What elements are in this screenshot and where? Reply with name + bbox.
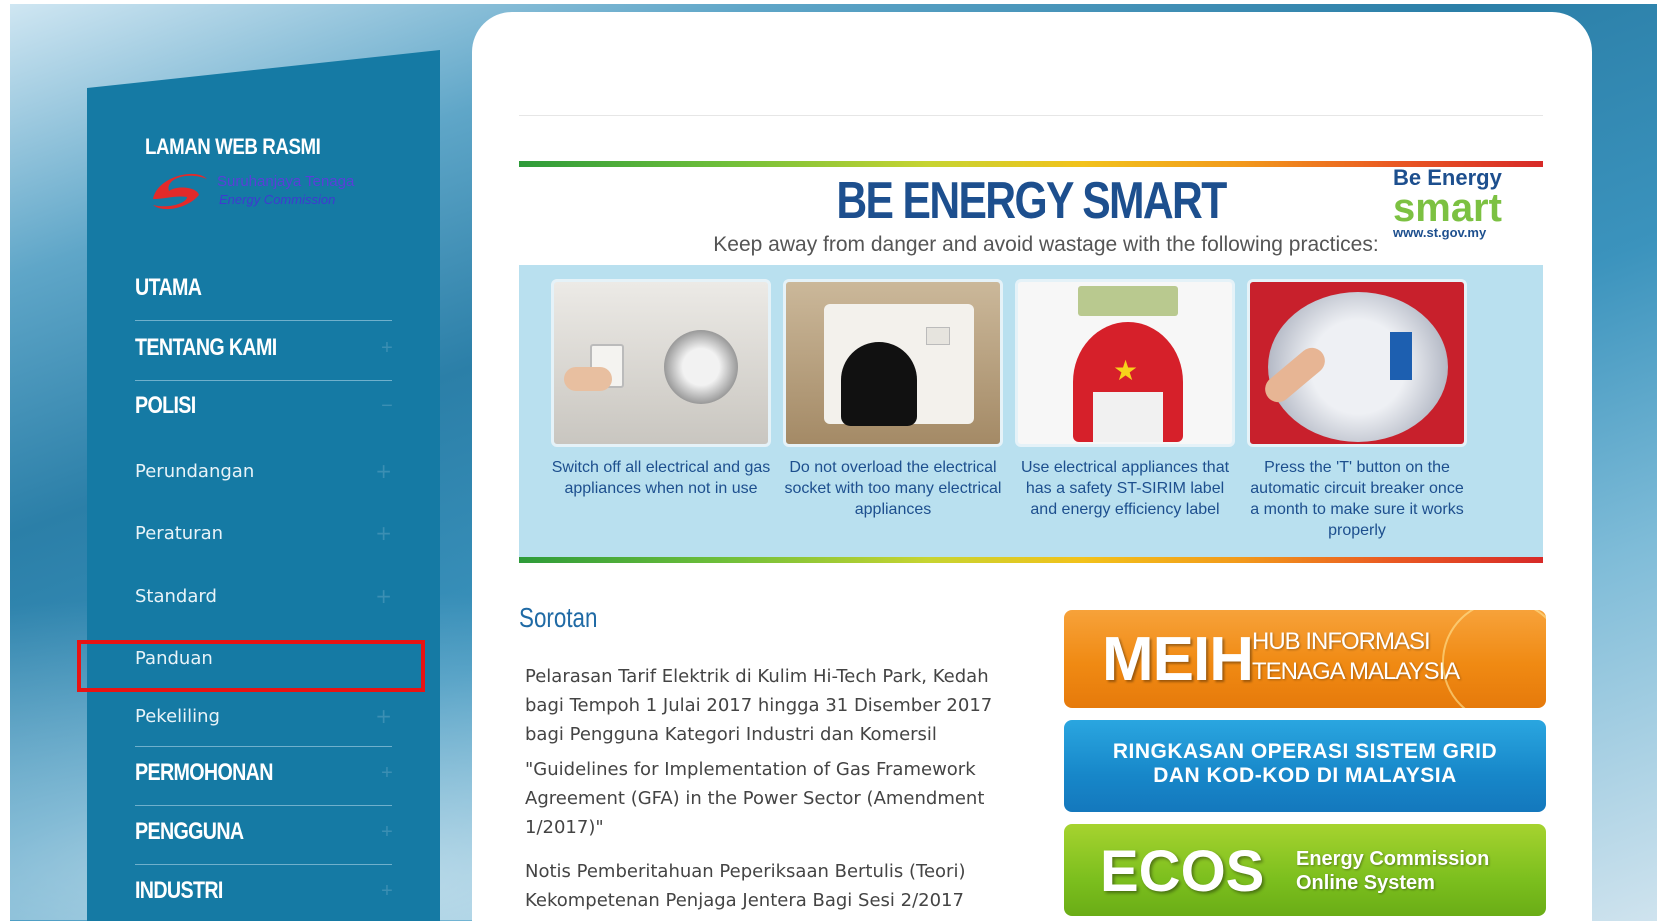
expand-icon[interactable]: + bbox=[375, 459, 392, 483]
sidebar-item-standard[interactable]: Standard + bbox=[135, 581, 392, 611]
logo-text-malay: Suruhanjaya Tenaga bbox=[217, 173, 355, 190]
sidebar-item-tentang-kami[interactable]: TENTANG KAMI + bbox=[135, 330, 393, 366]
highlight-box bbox=[77, 640, 425, 692]
sidebar-item-perundangan[interactable]: Perundangan + bbox=[135, 456, 392, 486]
globe-icon bbox=[1442, 610, 1546, 708]
sidebar-item-permohonan[interactable]: PERMOHONAN + bbox=[135, 755, 393, 791]
sidebar-item-label: Standard bbox=[135, 585, 217, 607]
collapse-icon[interactable]: − bbox=[381, 395, 393, 418]
expand-icon[interactable]: + bbox=[381, 821, 393, 844]
news-link[interactable]: Notis Pemberitahuan Peperiksaan Bertulis… bbox=[525, 857, 1005, 915]
practice-card-no-overload: Do not overload the electrical socket wi… bbox=[783, 279, 1003, 520]
meih-line2: TENAGA MALAYSIA bbox=[1252, 658, 1460, 685]
divider bbox=[135, 380, 392, 381]
sidebar-item-label: Pekeliling bbox=[135, 705, 220, 727]
divider bbox=[135, 746, 392, 747]
practice-card-switch-off: Switch off all electrical and gas applia… bbox=[551, 279, 771, 499]
breaker-photo-icon bbox=[1247, 279, 1467, 447]
news-link[interactable]: Pelarasan Tarif Elektrik di Kulim Hi-Tec… bbox=[525, 662, 1005, 749]
meih-title: MEIH bbox=[1102, 625, 1254, 694]
rainbow-bar-bottom bbox=[519, 557, 1543, 563]
sidebar-item-label: TENTANG KAMI bbox=[135, 334, 277, 361]
sidebar-item-pekeliling[interactable]: Pekeliling + bbox=[135, 701, 392, 731]
ecos-line2: Online System bbox=[1296, 872, 1435, 894]
divider bbox=[519, 115, 1543, 116]
divider bbox=[135, 320, 392, 321]
news-link[interactable]: "Guidelines for Implementation of Gas Fr… bbox=[525, 755, 1005, 842]
plug-photo-icon bbox=[783, 279, 1003, 447]
sidebar-item-label: Peraturan bbox=[135, 522, 224, 544]
meih-banner-link[interactable]: MEIH HUB INFORMASI TENAGA MALAYSIA bbox=[1064, 610, 1546, 708]
divider bbox=[135, 864, 392, 865]
sidebar-item-peraturan[interactable]: Peraturan + bbox=[135, 518, 392, 548]
be-energy-smart-logo: Be Energy smart www.st.gov.my bbox=[1393, 165, 1521, 240]
practice-card-circuit-breaker: Press the 'T' button on the automatic ci… bbox=[1247, 279, 1467, 541]
sidebar-item-label: UTAMA bbox=[135, 274, 202, 301]
ecos-banner-link[interactable]: ECOS Energy Commission Online System bbox=[1064, 824, 1546, 916]
expand-icon[interactable]: + bbox=[375, 584, 392, 608]
sorotan-heading: Sorotan bbox=[519, 602, 598, 633]
banner-title: BE ENERGY SMART bbox=[836, 172, 1227, 230]
logo-text-english: Energy Commission bbox=[219, 192, 336, 207]
energy-commission-logo[interactable]: Suruhanjaya Tenaga Energy Commission bbox=[147, 165, 407, 225]
site-title: LAMAN WEB RASMI bbox=[145, 134, 321, 159]
practice-caption: Switch off all electrical and gas applia… bbox=[551, 459, 771, 497]
practice-caption: Use electrical appliances that has a saf… bbox=[1020, 459, 1230, 518]
ecos-title: ECOS bbox=[1100, 839, 1265, 904]
sidebar-item-label: POLISI bbox=[135, 392, 196, 419]
banner-subtitle: Keep away from danger and avoid wastage … bbox=[713, 233, 1379, 256]
sidebar-item-label: PENGGUNA bbox=[135, 818, 244, 845]
practices-panel: Switch off all electrical and gas applia… bbox=[519, 265, 1543, 557]
meih-line1: HUB INFORMASI bbox=[1252, 628, 1431, 655]
grid-operations-banner-link[interactable]: RINGKASAN OPERASI SISTEM GRID DAN KOD-KO… bbox=[1064, 720, 1546, 812]
expand-icon[interactable]: + bbox=[375, 704, 392, 728]
label-photo-icon: ★ bbox=[1015, 279, 1235, 447]
sidebar-item-pengguna[interactable]: PENGGUNA + bbox=[135, 814, 393, 850]
main-content: BE ENERGY SMART Keep away from danger an… bbox=[472, 12, 1592, 921]
sidebar-item-polisi[interactable]: POLISI − bbox=[135, 388, 393, 424]
switch-photo-icon bbox=[551, 279, 771, 447]
divider bbox=[135, 805, 392, 806]
practice-card-sirim-label: ★ Use electrical appliances that has a s… bbox=[1015, 279, 1235, 520]
grid-line2: DAN KOD-KOD DI MALAYSIA bbox=[1153, 764, 1457, 787]
expand-icon[interactable]: + bbox=[381, 880, 393, 903]
expand-icon[interactable]: + bbox=[381, 762, 393, 785]
expand-icon[interactable]: + bbox=[381, 337, 393, 360]
practice-caption: Press the 'T' button on the automatic ci… bbox=[1250, 459, 1464, 539]
rainbow-bar-top bbox=[519, 161, 1543, 167]
grid-line1: RINGKASAN OPERASI SISTEM GRID bbox=[1112, 740, 1498, 763]
sidebar-item-label: INDUSTRI bbox=[135, 877, 223, 904]
sidebar-item-label: Perundangan bbox=[135, 460, 255, 482]
sidebar: LAMAN WEB RASMI Suruhanjaya Tenaga Energ… bbox=[87, 50, 440, 921]
energy-smart-banner[interactable]: BE ENERGY SMART Keep away from danger an… bbox=[519, 149, 1543, 563]
sidebar-item-utama[interactable]: UTAMA bbox=[135, 270, 392, 306]
swoosh-logo-icon bbox=[153, 173, 207, 210]
practice-caption: Do not overload the electrical socket wi… bbox=[784, 459, 1002, 518]
ecos-line1: Energy Commission bbox=[1296, 848, 1490, 870]
sidebar-item-industri[interactable]: INDUSTRI + bbox=[135, 873, 393, 909]
expand-icon[interactable]: + bbox=[375, 521, 392, 545]
sidebar-item-label: PERMOHONAN bbox=[135, 759, 273, 786]
logo-line2: smart bbox=[1393, 186, 1502, 230]
